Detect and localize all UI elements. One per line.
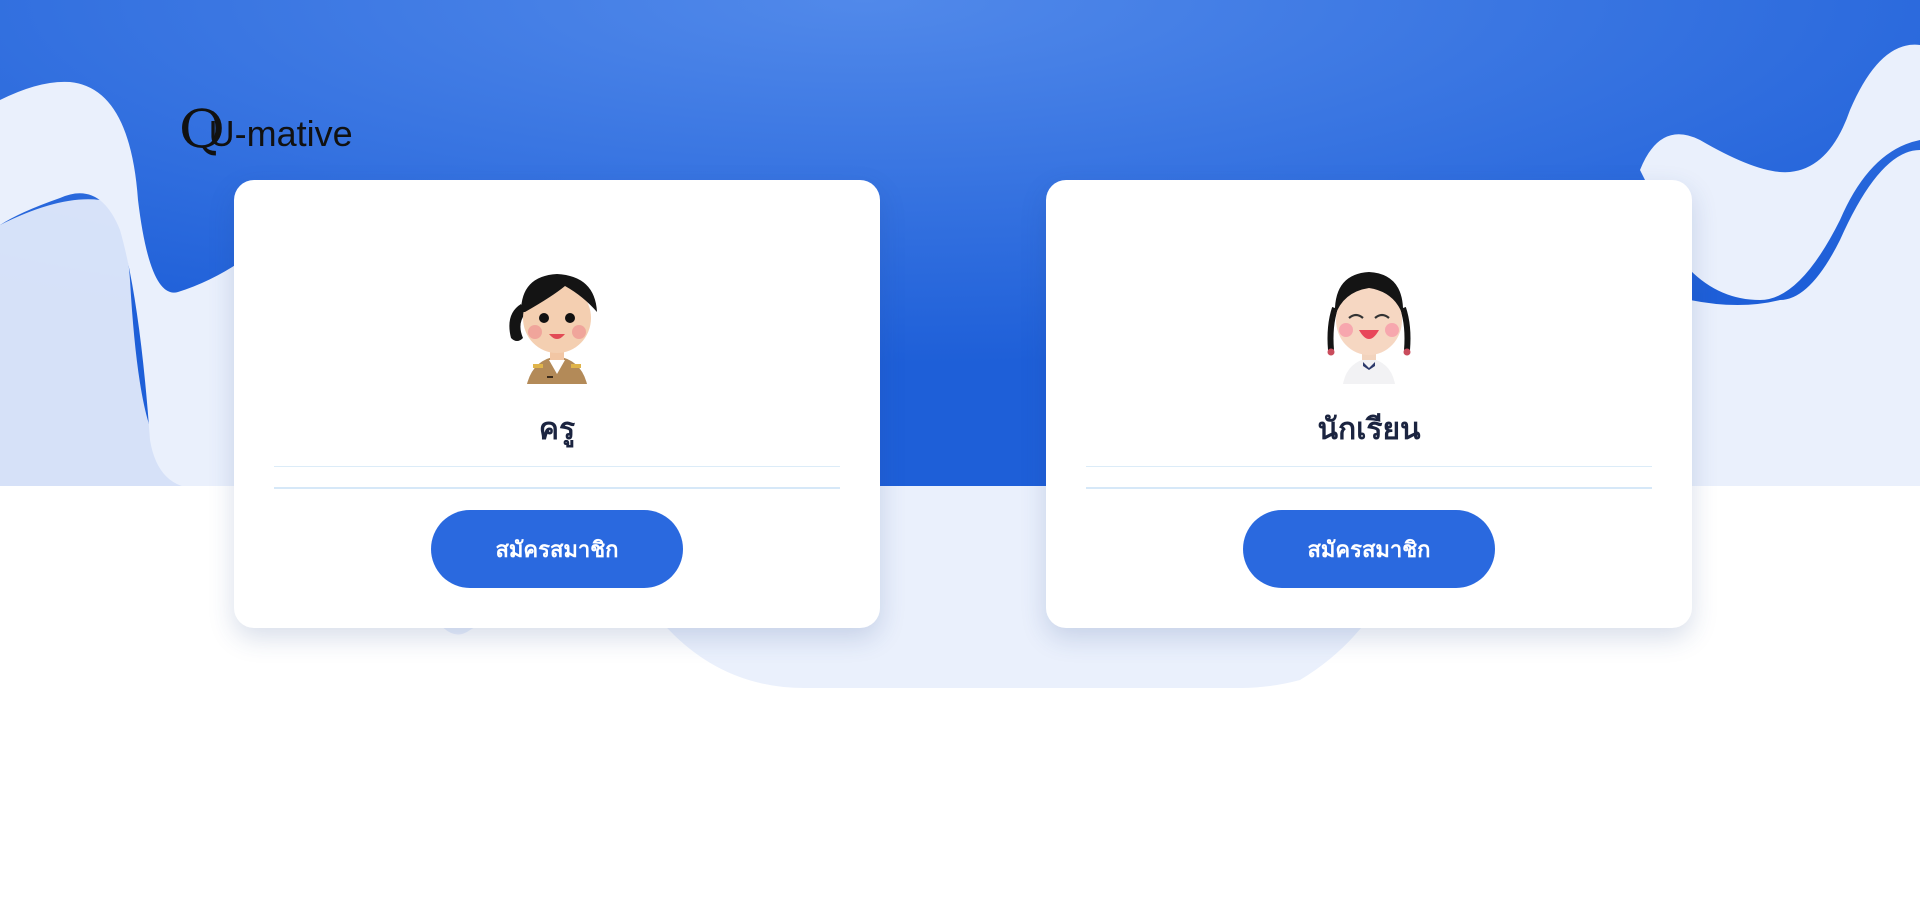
brand-logo[interactable]: Q U-mative [178, 100, 353, 160]
teacher-avatar-icon [509, 274, 597, 384]
role-title-teacher: ครู [538, 412, 576, 447]
student-card: นักเรียน สมัครสมาชิก [1046, 180, 1692, 628]
divider [274, 466, 840, 467]
logo-q-letter: Q [178, 100, 225, 160]
divider [1086, 487, 1652, 489]
page: Q U-mative ครู สมัครสมาชิก นักเรียน สมัค… [0, 0, 1920, 902]
role-title-student: นักเรียน [1317, 412, 1421, 447]
teacher-card: ครู สมัครสมาชิก [234, 180, 880, 628]
student-signup-button[interactable]: สมัครสมาชิก [1243, 510, 1495, 588]
divider [1086, 466, 1652, 467]
logo-wordmark: U-mative [208, 113, 353, 154]
divider [274, 487, 840, 489]
teacher-signup-button[interactable]: สมัครสมาชิก [431, 510, 683, 588]
student-avatar-icon [1327, 272, 1411, 384]
